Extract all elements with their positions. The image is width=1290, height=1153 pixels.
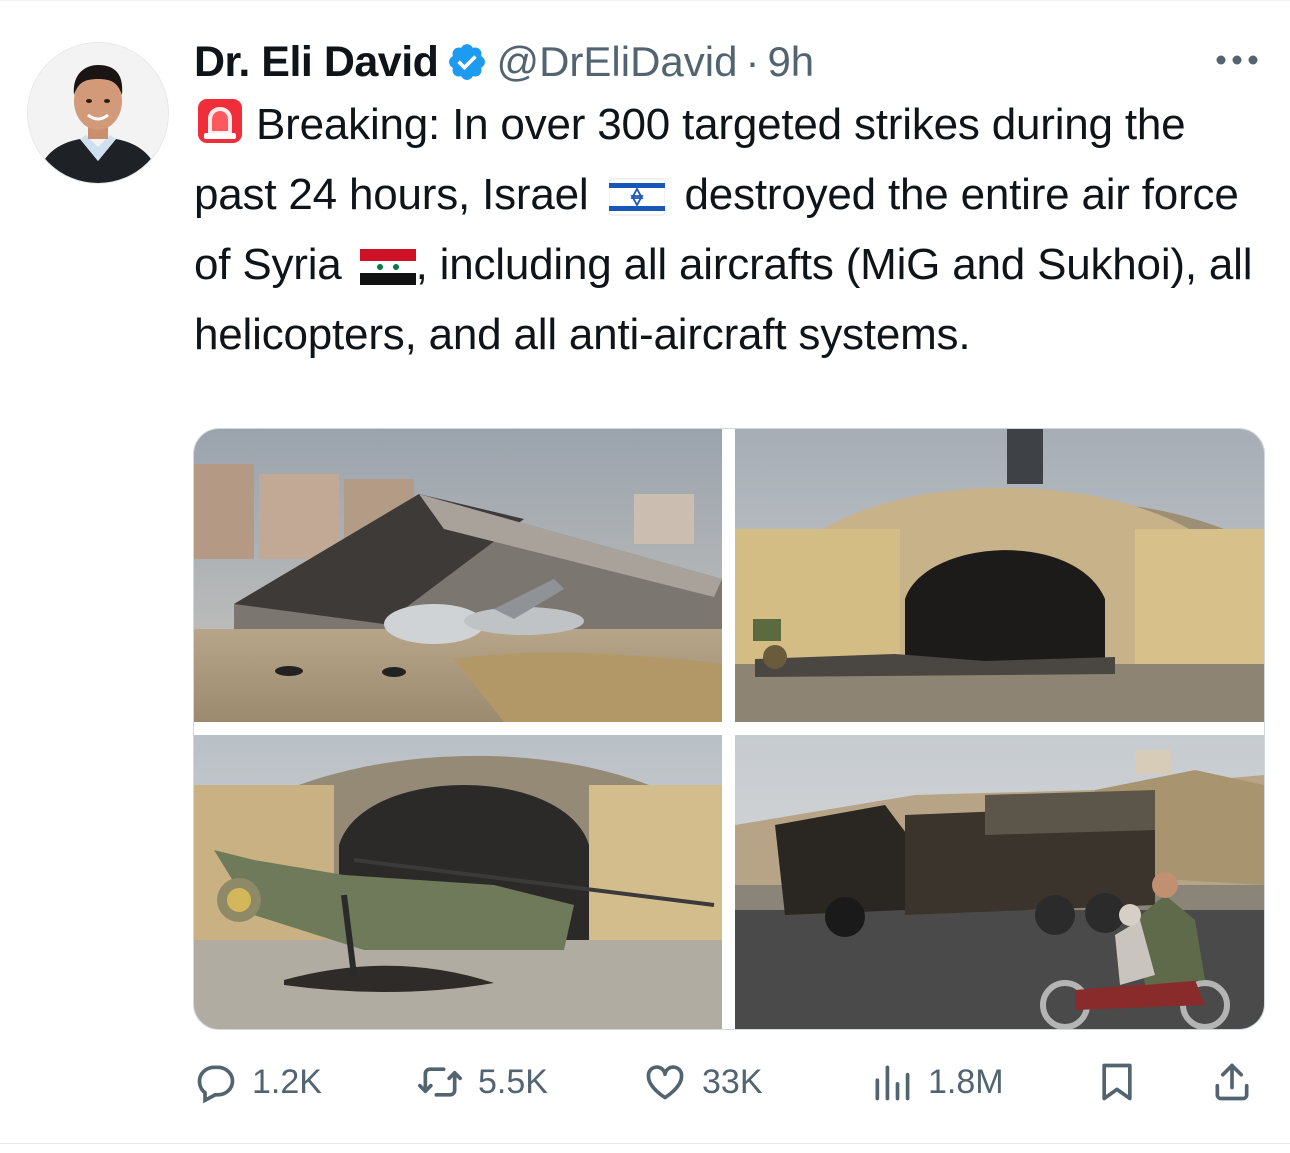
reply-button[interactable]: 1.2K xyxy=(194,1050,322,1114)
author-name[interactable]: Dr. Eli David xyxy=(194,38,439,87)
repost-count: 5.5K xyxy=(478,1062,548,1101)
verified-badge-icon[interactable] xyxy=(446,41,488,83)
views-icon xyxy=(870,1060,914,1104)
repost-button[interactable]: 5.5K xyxy=(416,1050,548,1114)
photo-shelter-wreckage[interactable] xyxy=(735,429,1264,722)
bookmark-icon xyxy=(1095,1060,1139,1104)
like-count: 33K xyxy=(702,1062,763,1101)
reply-icon xyxy=(194,1060,238,1104)
tweet-text-after-syria: , including all aircrafts (MiG and Sukho… xyxy=(194,240,1253,359)
more-icon[interactable] xyxy=(1211,42,1263,78)
repost-icon xyxy=(416,1060,464,1104)
avatar-portrait xyxy=(28,43,168,183)
bottom-divider xyxy=(0,1143,1290,1144)
bookmark-button[interactable] xyxy=(1095,1050,1139,1114)
author-handle[interactable]: @DrEliDavid xyxy=(496,38,737,86)
top-divider xyxy=(0,0,1290,1)
media-grid xyxy=(193,428,1265,1030)
like-icon xyxy=(642,1060,688,1104)
syria-flag-emoji xyxy=(359,242,416,304)
photo-shelter-helicopter[interactable] xyxy=(194,735,722,1029)
share-button[interactable] xyxy=(1210,1050,1254,1114)
siren-emoji xyxy=(194,95,246,164)
author-avatar[interactable] xyxy=(27,42,169,184)
share-icon xyxy=(1210,1060,1254,1104)
views-button[interactable]: 1.8M xyxy=(870,1050,1004,1114)
separator-dot: · xyxy=(745,38,760,85)
tweet-actions: 1.2K 5.5K 33K 1.8M xyxy=(190,1050,1265,1114)
like-button[interactable]: 33K xyxy=(642,1050,763,1114)
israel-flag-emoji xyxy=(608,172,665,234)
views-count: 1.8M xyxy=(928,1062,1004,1101)
reply-count: 1.2K xyxy=(252,1062,322,1101)
photo-collapsed-hangar[interactable] xyxy=(194,429,722,722)
tweet-header: Dr. Eli David @DrEliDavid · 9h xyxy=(194,34,814,90)
photo-burned-truck-motorbike[interactable] xyxy=(735,735,1264,1029)
tweet-text: Breaking: In over 300 targeted strikes d… xyxy=(194,94,1269,366)
tweet-time[interactable]: 9h xyxy=(767,38,814,86)
